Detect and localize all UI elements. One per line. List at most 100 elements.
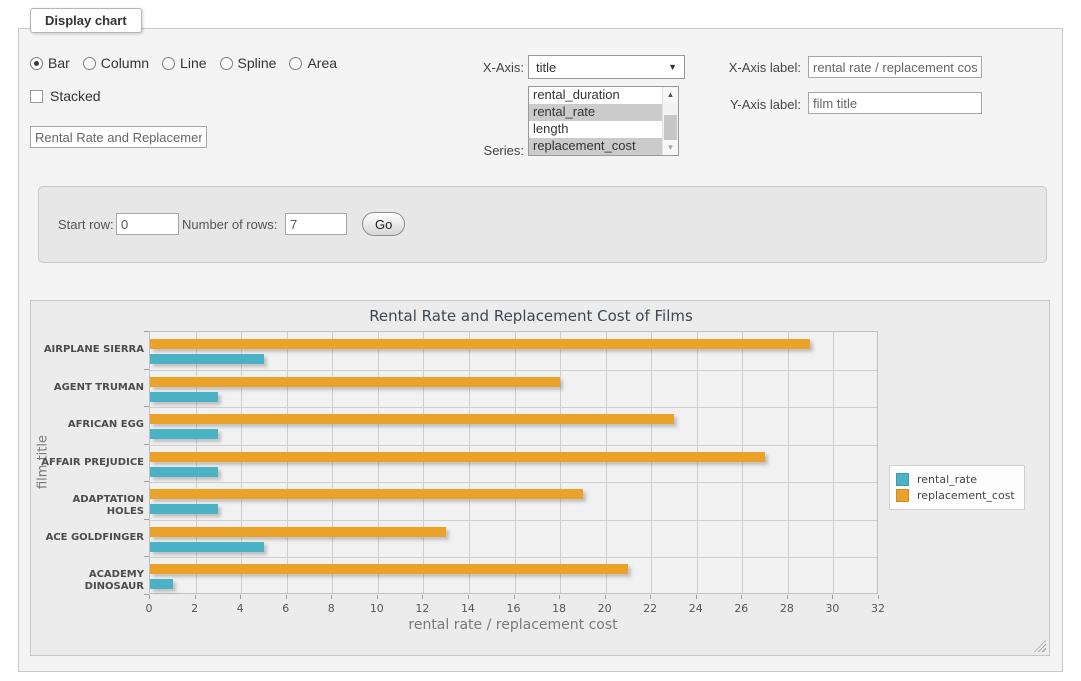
radio-icon[interactable] — [30, 57, 43, 70]
x-tick-label: 30 — [825, 602, 839, 615]
series-option-rental_duration[interactable]: rental_duration — [529, 87, 662, 104]
radio-option-label: Bar — [48, 55, 70, 71]
axis-tick — [195, 595, 196, 599]
axis-tick — [832, 595, 833, 599]
category-label: AGENT TRUMAN — [32, 382, 144, 394]
gridline — [423, 332, 424, 593]
axis-tick — [696, 595, 697, 599]
bar-replacement-cost-6 — [150, 564, 628, 574]
radio-option-spline[interactable]: Spline — [220, 55, 277, 71]
chart-x-axis-title: rental rate / replacement cost — [408, 617, 617, 633]
num-rows-input[interactable] — [285, 213, 347, 235]
x-axis-select[interactable]: title ▼ — [528, 55, 685, 79]
radio-icon[interactable] — [220, 57, 233, 70]
stacked-label: Stacked — [50, 88, 101, 104]
x-axis-label-input[interactable] — [808, 56, 982, 78]
axis-tick — [144, 481, 149, 482]
bar-replacement-cost-2 — [150, 414, 674, 424]
legend-label: rental_rate — [917, 473, 977, 486]
series-listbox[interactable]: rental_durationrental_ratelengthreplacem… — [528, 86, 679, 156]
radio-icon[interactable] — [289, 57, 302, 70]
series-option-rental_rate[interactable]: rental_rate — [529, 104, 662, 121]
radio-icon[interactable] — [162, 57, 175, 70]
axis-tick — [144, 369, 149, 370]
category-label: AIRPLANE SIERRA — [32, 344, 144, 356]
x-axis-selected-value: title — [536, 60, 556, 75]
resize-handle-icon[interactable] — [1034, 640, 1046, 652]
x-tick-label: 28 — [780, 602, 794, 615]
scroll-up-icon[interactable]: ▲ — [663, 87, 678, 102]
category-label: ADAPTATION HOLES — [32, 494, 144, 506]
radio-option-label: Line — [180, 55, 206, 71]
x-tick-label: 10 — [370, 602, 384, 615]
axis-tick — [377, 595, 378, 599]
axis-tick — [878, 595, 879, 599]
radio-option-line[interactable]: Line — [162, 55, 206, 71]
category-label: AFFAIR PREJUDICE — [32, 457, 144, 469]
plot-area — [149, 331, 878, 594]
axis-tick — [144, 444, 149, 445]
gridline — [742, 332, 743, 593]
scroll-down-icon[interactable]: ▼ — [663, 140, 678, 155]
radio-option-area[interactable]: Area — [289, 55, 337, 71]
go-button[interactable]: Go — [362, 212, 405, 236]
axis-tick — [422, 595, 423, 599]
stacked-checkbox[interactable] — [30, 90, 43, 103]
x-tick-label: 8 — [328, 602, 335, 615]
axis-tick — [468, 595, 469, 599]
radio-option-label: Spline — [238, 55, 277, 71]
gridline — [378, 332, 379, 593]
gridline — [788, 332, 789, 593]
gridline — [150, 557, 877, 558]
series-option-replacement_cost[interactable]: replacement_cost — [529, 138, 662, 155]
series-scrollbar[interactable]: ▲ ▼ — [662, 87, 678, 155]
bar-rental-rate-0 — [150, 354, 264, 364]
x-axis-label-caption: X-Axis label: — [700, 60, 801, 75]
gridline — [606, 332, 607, 593]
dropdown-arrow-icon: ▼ — [668, 62, 677, 72]
gridline — [469, 332, 470, 593]
radio-option-bar[interactable]: Bar — [30, 55, 70, 71]
radio-option-label: Area — [307, 55, 337, 71]
page: Display chart BarColumnLineSplineArea St… — [0, 0, 1081, 681]
axis-tick — [650, 595, 651, 599]
start-row-input[interactable] — [116, 213, 179, 235]
gridline — [150, 482, 877, 483]
axis-tick — [331, 595, 332, 599]
legend-swatch-rental_rate — [896, 473, 909, 486]
chart-legend: rental_rate replacement_cost — [889, 465, 1025, 510]
gridline — [150, 407, 877, 408]
axis-tick — [149, 595, 150, 599]
series-options: rental_durationrental_ratelengthreplacem… — [529, 87, 678, 155]
y-axis-label-input[interactable] — [808, 92, 982, 114]
bar-rental-rate-6 — [150, 579, 173, 589]
axis-tick — [741, 595, 742, 599]
bar-rental-rate-5 — [150, 542, 264, 552]
stacked-checkbox-row[interactable]: Stacked — [30, 88, 101, 104]
legend-entry: replacement_cost — [896, 489, 1015, 502]
axis-tick — [144, 331, 149, 332]
gridline — [150, 445, 877, 446]
category-label: AFRICAN EGG — [32, 419, 144, 431]
legend-entry: rental_rate — [896, 473, 1015, 486]
series-label: Series: — [440, 143, 524, 158]
chart-title-input[interactable] — [30, 126, 207, 148]
gridline — [332, 332, 333, 593]
x-tick-label: 22 — [643, 602, 657, 615]
bar-replacement-cost-0 — [150, 339, 810, 349]
bar-replacement-cost-5 — [150, 527, 446, 537]
bar-rental-rate-1 — [150, 392, 218, 402]
axis-tick — [240, 595, 241, 599]
axis-tick — [286, 595, 287, 599]
x-tick-label: 24 — [689, 602, 703, 615]
x-tick-label: 32 — [871, 602, 885, 615]
series-option-length[interactable]: length — [529, 121, 662, 138]
radio-option-label: Column — [101, 55, 149, 71]
radio-option-column[interactable]: Column — [83, 55, 149, 71]
gridline — [241, 332, 242, 593]
category-label: ACE GOLDFINGER — [32, 532, 144, 544]
gridline — [196, 332, 197, 593]
scrollbar-thumb[interactable] — [664, 115, 677, 140]
x-tick-label: 2 — [191, 602, 198, 615]
radio-icon[interactable] — [83, 57, 96, 70]
